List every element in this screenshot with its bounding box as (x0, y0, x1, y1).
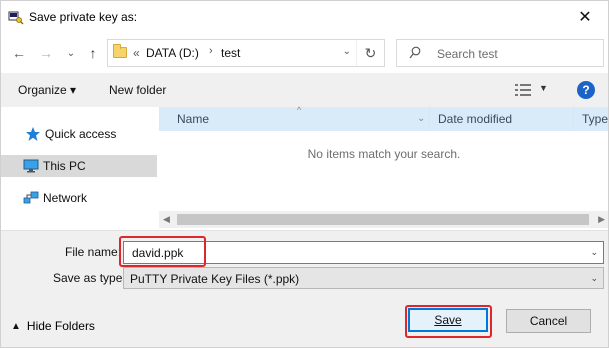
view-dropdown-icon[interactable]: ▼ (539, 83, 548, 93)
filename-dropdown-icon[interactable]: ⌄ (590, 247, 598, 258)
save-dialog: Save private key as: ✕ ← → ⌄ ↑ « DATA (D… (0, 0, 609, 348)
sidebar-item-label: Quick access (45, 127, 117, 141)
hide-folders-label: Hide Folders (26, 319, 95, 333)
close-icon: ✕ (578, 9, 592, 26)
breadcrumb-drive[interactable]: DATA (D:) (146, 46, 199, 60)
sidebar-item-this-pc[interactable]: This PC (1, 155, 157, 177)
search-placeholder: Search test (437, 47, 498, 61)
column-divider[interactable] (429, 107, 430, 131)
up-arrow-icon: ↑ (89, 45, 97, 61)
cancel-button-label: Cancel (529, 314, 568, 328)
column-header-date-modified[interactable]: Date modified (438, 112, 512, 126)
up-button[interactable]: ↑ (83, 43, 103, 63)
close-button[interactable]: ✕ (562, 1, 608, 33)
recent-locations-button[interactable]: ⌄ (61, 43, 81, 63)
save-button-label: Save (434, 313, 462, 327)
column-header-type[interactable]: Type (582, 112, 608, 126)
address-bar[interactable]: « DATA (D:) › test ⌄ ↻ (107, 39, 385, 67)
save-type-select[interactable]: PuTTY Private Key Files (*.ppk) ⌄ (123, 267, 604, 289)
network-icon (23, 191, 39, 204)
back-arrow-icon: ← (12, 45, 26, 61)
new-folder-button[interactable]: New folder (109, 83, 166, 97)
computer-icon (23, 159, 39, 173)
filename-label: File name: (65, 245, 122, 259)
title-bar: Save private key as: ✕ (1, 1, 608, 33)
window-title: Save private key as: (29, 10, 138, 24)
search-box[interactable]: Search test (396, 39, 604, 67)
scrollbar-thumb[interactable] (177, 214, 589, 225)
folder-icon (113, 44, 127, 58)
sidebar-item-network[interactable]: Network (1, 187, 157, 209)
sidebar-item-label: Network (43, 191, 88, 205)
forward-arrow-icon: → (39, 45, 53, 61)
filename-highlight-box (119, 236, 206, 267)
scroll-right-icon[interactable]: ▶ (598, 214, 605, 225)
save-form: File name: david.ppk ⌄ Save as type: PuT… (1, 230, 608, 347)
breadcrumb-folder[interactable]: test (221, 46, 240, 60)
star-icon (26, 127, 40, 141)
horizontal-scrollbar[interactable]: ◀ ▶ (159, 211, 608, 228)
forward-button[interactable]: → (36, 43, 56, 63)
organize-button[interactable]: Organize ▾ (18, 83, 76, 97)
breadcrumb-overflow[interactable]: « (133, 46, 140, 60)
refresh-button[interactable]: ↻ (356, 40, 384, 66)
hide-folders-button[interactable]: ▲ Hide Folders (11, 319, 95, 333)
savetype-label: Save as type: (53, 271, 126, 285)
chevron-up-icon: ▲ (11, 320, 21, 332)
navigation-row: ← → ⌄ ↑ « DATA (D:) › test ⌄ ↻ Search te… (1, 35, 608, 71)
help-icon[interactable]: ? (577, 81, 595, 99)
breadcrumb-separator[interactable]: › (209, 45, 213, 57)
refresh-icon: ↻ (364, 44, 377, 61)
chevron-down-icon: ⌄ (66, 47, 76, 59)
navigation-pane: Quick access This PC Network (1, 107, 159, 229)
putty-key-icon (8, 11, 24, 25)
scroll-left-icon[interactable]: ◀ (163, 214, 170, 225)
column-filter-icon[interactable]: ⌄ (417, 113, 425, 124)
save-button[interactable]: Save (408, 308, 488, 332)
cancel-button[interactable]: Cancel (506, 309, 591, 333)
sidebar-item-quick-access[interactable]: Quick access (1, 123, 157, 145)
back-button[interactable]: ← (9, 43, 29, 63)
sidebar-item-label: This PC (43, 159, 86, 173)
view-options-icon[interactable] (515, 83, 531, 97)
save-type-dropdown-icon[interactable]: ⌄ (590, 273, 598, 284)
column-header-row: ^ Name ⌄ Date modified Type (159, 105, 608, 131)
save-type-value: PuTTY Private Key Files (*.ppk) (130, 272, 300, 286)
sort-ascending-icon: ^ (297, 105, 302, 115)
file-list: ^ Name ⌄ Date modified Type No items mat… (159, 105, 608, 229)
empty-message: No items match your search. (307, 147, 461, 161)
command-bar: Organize ▾ New folder ▼ ? (1, 73, 608, 107)
address-dropdown-icon[interactable]: ⌄ (343, 46, 351, 57)
column-header-name[interactable]: Name (177, 112, 209, 126)
search-icon (409, 46, 421, 59)
column-divider[interactable] (573, 107, 574, 131)
